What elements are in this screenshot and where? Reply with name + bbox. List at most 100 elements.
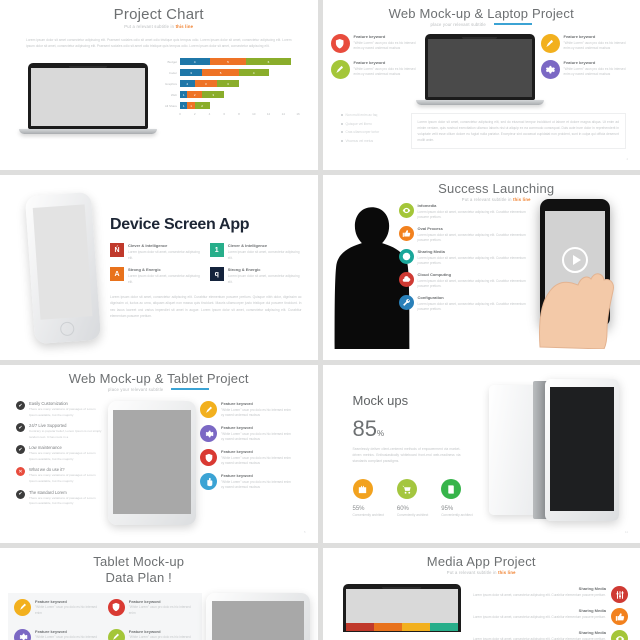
feature-item[interactable]: A Strong & Energic Lorem ipsum dolor sit… [110,267,202,285]
checklist-item[interactable]: ✔ Easily Customization There are many vari… [16,401,104,418]
tablet-mockup [205,592,310,640]
chart-x-tick: 14 [281,112,285,117]
page-subtitle: Put a relevant subtitle in this line [8,24,310,29]
feature-desc: "White Lorem" usun pro dolo es hic inter… [221,431,291,442]
feature-item[interactable]: Sharing Media Lorem ipsum dolor sit amet,… [398,249,527,267]
feature-title: Clever & Intelligence [128,243,168,249]
check-icon: ✔ [16,445,25,455]
big-percentage-unit: % [376,429,385,438]
check-icon: ✔ [16,401,25,410]
feature-title: Oval Process [417,226,443,232]
stat-item[interactable]: 60% Conveniently architect [396,479,428,517]
checklist-item[interactable]: ✕ What we do use it? There are many variat… [16,467,104,484]
feature-item[interactable]: Feature keyword "White Lorem" usun pro d… [540,60,629,79]
feature-item[interactable]: Feature keyword "White Lorem" usun pro do… [14,598,102,623]
description-text: Lorem ipsum dolor sit amet, consectetur … [417,120,620,143]
laptop-mockup [415,34,544,105]
chart-bar-segment: 3 [216,80,239,88]
feature-desc: "White Lorem" usun pro dolo es hic inter… [353,66,416,77]
feature-item[interactable]: Feature keyword "White Lorem" usun pro do… [107,598,196,623]
feature-item[interactable]: Feature keyword "White Lorem" usun pro d… [540,34,629,53]
page-subtitle: place your relevant subtitle [430,22,486,27]
slide-tablet-data-plan[interactable]: Tablet Mock-up Data Plan ! Feature keywo… [0,548,318,640]
checklist-item[interactable]: ✔ 24/7 Live Supported Contrary to popular … [16,423,104,440]
gear-icon [540,60,560,79]
list-item-label: Quisque vel libero [345,121,372,126]
slide-project-chart[interactable]: Project Chart Put a relevant subtitle in… [0,0,318,170]
laptop-base [19,129,157,135]
big-percentage: 85% [353,416,481,442]
chart-bar-row[interactable]: Budget 4 5 6 [154,56,302,67]
feature-item[interactable]: q Strong & Energic Lorem ipsum dolor sit… [209,267,302,285]
feature-item[interactable]: Feature keyword "White Lorem" usun pro d… [330,60,419,79]
stat-caption: Conveniently architect [352,513,384,518]
stat-value: 55% [352,506,365,513]
feature-item[interactable]: Sharing Media Lorem ipsum dolor sit amet,… [469,630,628,640]
subtitle-accent: this line [175,24,194,29]
feature-title: Feature keyword [563,60,596,65]
thumbs-up-icon [611,608,628,625]
feature-item[interactable]: Feature keyword "White Lorem" usun pro do… [200,401,292,419]
chart-category-label: Budget [167,59,177,64]
list-item[interactable]: Cras ullamcorper tortor [340,130,403,134]
feature-item[interactable]: Infomedia Lorem ipsum dolor sit amet, con… [398,203,527,221]
feature-item[interactable]: Feature keyword "White Lorem" usun pro do… [107,628,196,640]
slide-mock-ups[interactable]: Mock ups 85% Seamlessly deliver client-c… [322,365,640,543]
chart-bar-row[interactable]: Coder 3 5 4 [154,67,302,78]
project-chart[interactable]: Budget 4 5 6 Coder 3 5 4 Graphics 2 3 3 Web 1 2 3 All Sh… [154,56,302,134]
stat-item[interactable]: 95% Conveniently architect [441,479,473,517]
feature-title: Feature keyword [221,473,253,479]
feature-title: Feature keyword [128,598,161,604]
slide-device-screen-app[interactable]: Device Screen App Ń Clever & Intelligenc… [0,175,318,360]
shield-icon [107,598,125,616]
laptop-mockup [342,584,461,640]
tablet-screen [211,600,304,640]
feature-item[interactable]: Sharing Media Lorem ipsum dolor sit amet,… [469,586,628,603]
page-title-line2: Data Plan ! [105,570,172,586]
feature-item[interactable]: Feature keyword "White Lorem" usun pro do… [200,473,292,491]
feature-item[interactable]: Feature keyword "White Lorem" usun pro d… [330,34,419,53]
checklist-item[interactable]: ✔ Low maintenance There are many variation… [16,445,104,462]
feature-item[interactable]: Oval Process Lorem ipsum dolor sit amet, … [398,226,527,244]
slide-web-laptop[interactable]: Web Mock-up & Laptop Project place your … [322,0,640,170]
stat-item[interactable]: 55% Conveniently architect [352,479,384,518]
gear-icon [14,628,31,640]
laptop-screen [345,589,458,631]
chart-bar-row[interactable]: Web 1 2 3 [154,89,302,100]
checklist-desc: Contrary to popular belief, Lorem Ipsum … [29,429,102,439]
checklist-item[interactable]: ✔ The standard Lorem There are many variat… [16,489,104,507]
checklist-desc: There are many variations of passages of… [29,473,96,483]
list-item[interactable]: Non multi enim ac faq [340,113,403,117]
feature-item[interactable]: Cloud Computing Lorem ipsum dolor sit ame… [398,272,527,290]
chart-bar-row[interactable]: All Share 1 1 2 [154,100,302,111]
chart-bar-row[interactable]: Graphics 2 3 3 [154,78,302,89]
feature-desc: "White Lorem" usun pro dolo es hic inter… [35,605,97,615]
chart-bar-segment: 1 [187,102,195,110]
page-title: Web Mock-up & Tablet Project [68,371,249,386]
feature-title: Feature keyword [35,598,67,604]
feature-item[interactable]: Feature keyword "White Lorem" usun pro do… [14,628,102,640]
cloud-icon [398,272,414,288]
rocket-icon [14,598,31,616]
feature-item[interactable]: Feature keyword "White Lorem" usun pro do… [200,449,292,467]
tablet-screen [113,410,191,514]
chart-x-tick: 0 [179,112,181,117]
feature-desc: Lorem ipsum dolor sit amet, consectetur … [128,273,200,284]
feature-item[interactable]: Feature keyword "White Lorem" usun pro do… [200,425,292,443]
slide-web-tablet[interactable]: Web Mock-up & Tablet Project place your … [0,365,318,543]
feature-title: Feature keyword [221,449,253,455]
feature-item[interactable]: Ń Clever & Intelligence Lorem ipsum dolo… [110,243,202,261]
feature-item[interactable]: Configuration Lorem ipsum dolor sit amet,… [398,295,527,313]
list-item[interactable]: Vivamus vel metus [340,139,403,143]
slide-success-launching[interactable]: Success Launching Put a relevant subtitl… [322,175,640,360]
feature-desc: Lorem ipsum dolor sit amet, consectetur … [417,209,526,220]
feature-list: Feature keyword "White Lorem" usun pro do… [200,401,296,525]
feature-grid: Feature keyword "White Lorem" usun pro do… [8,592,202,640]
slide-media-app[interactable]: Media App Project Put a relevant subtitl… [322,548,640,640]
list-item[interactable]: Quisque vel libero [340,121,403,126]
chart-bar-segment: 5 [202,69,239,77]
feature-item[interactable]: Sharing Media Lorem ipsum dolor sit amet,… [469,608,628,625]
stat-value: 60% [396,506,409,513]
checklist-label: What we do use it? [29,467,65,473]
feature-item[interactable]: 1 Clever & Intelligence Lorem ipsum dolo… [209,243,302,261]
